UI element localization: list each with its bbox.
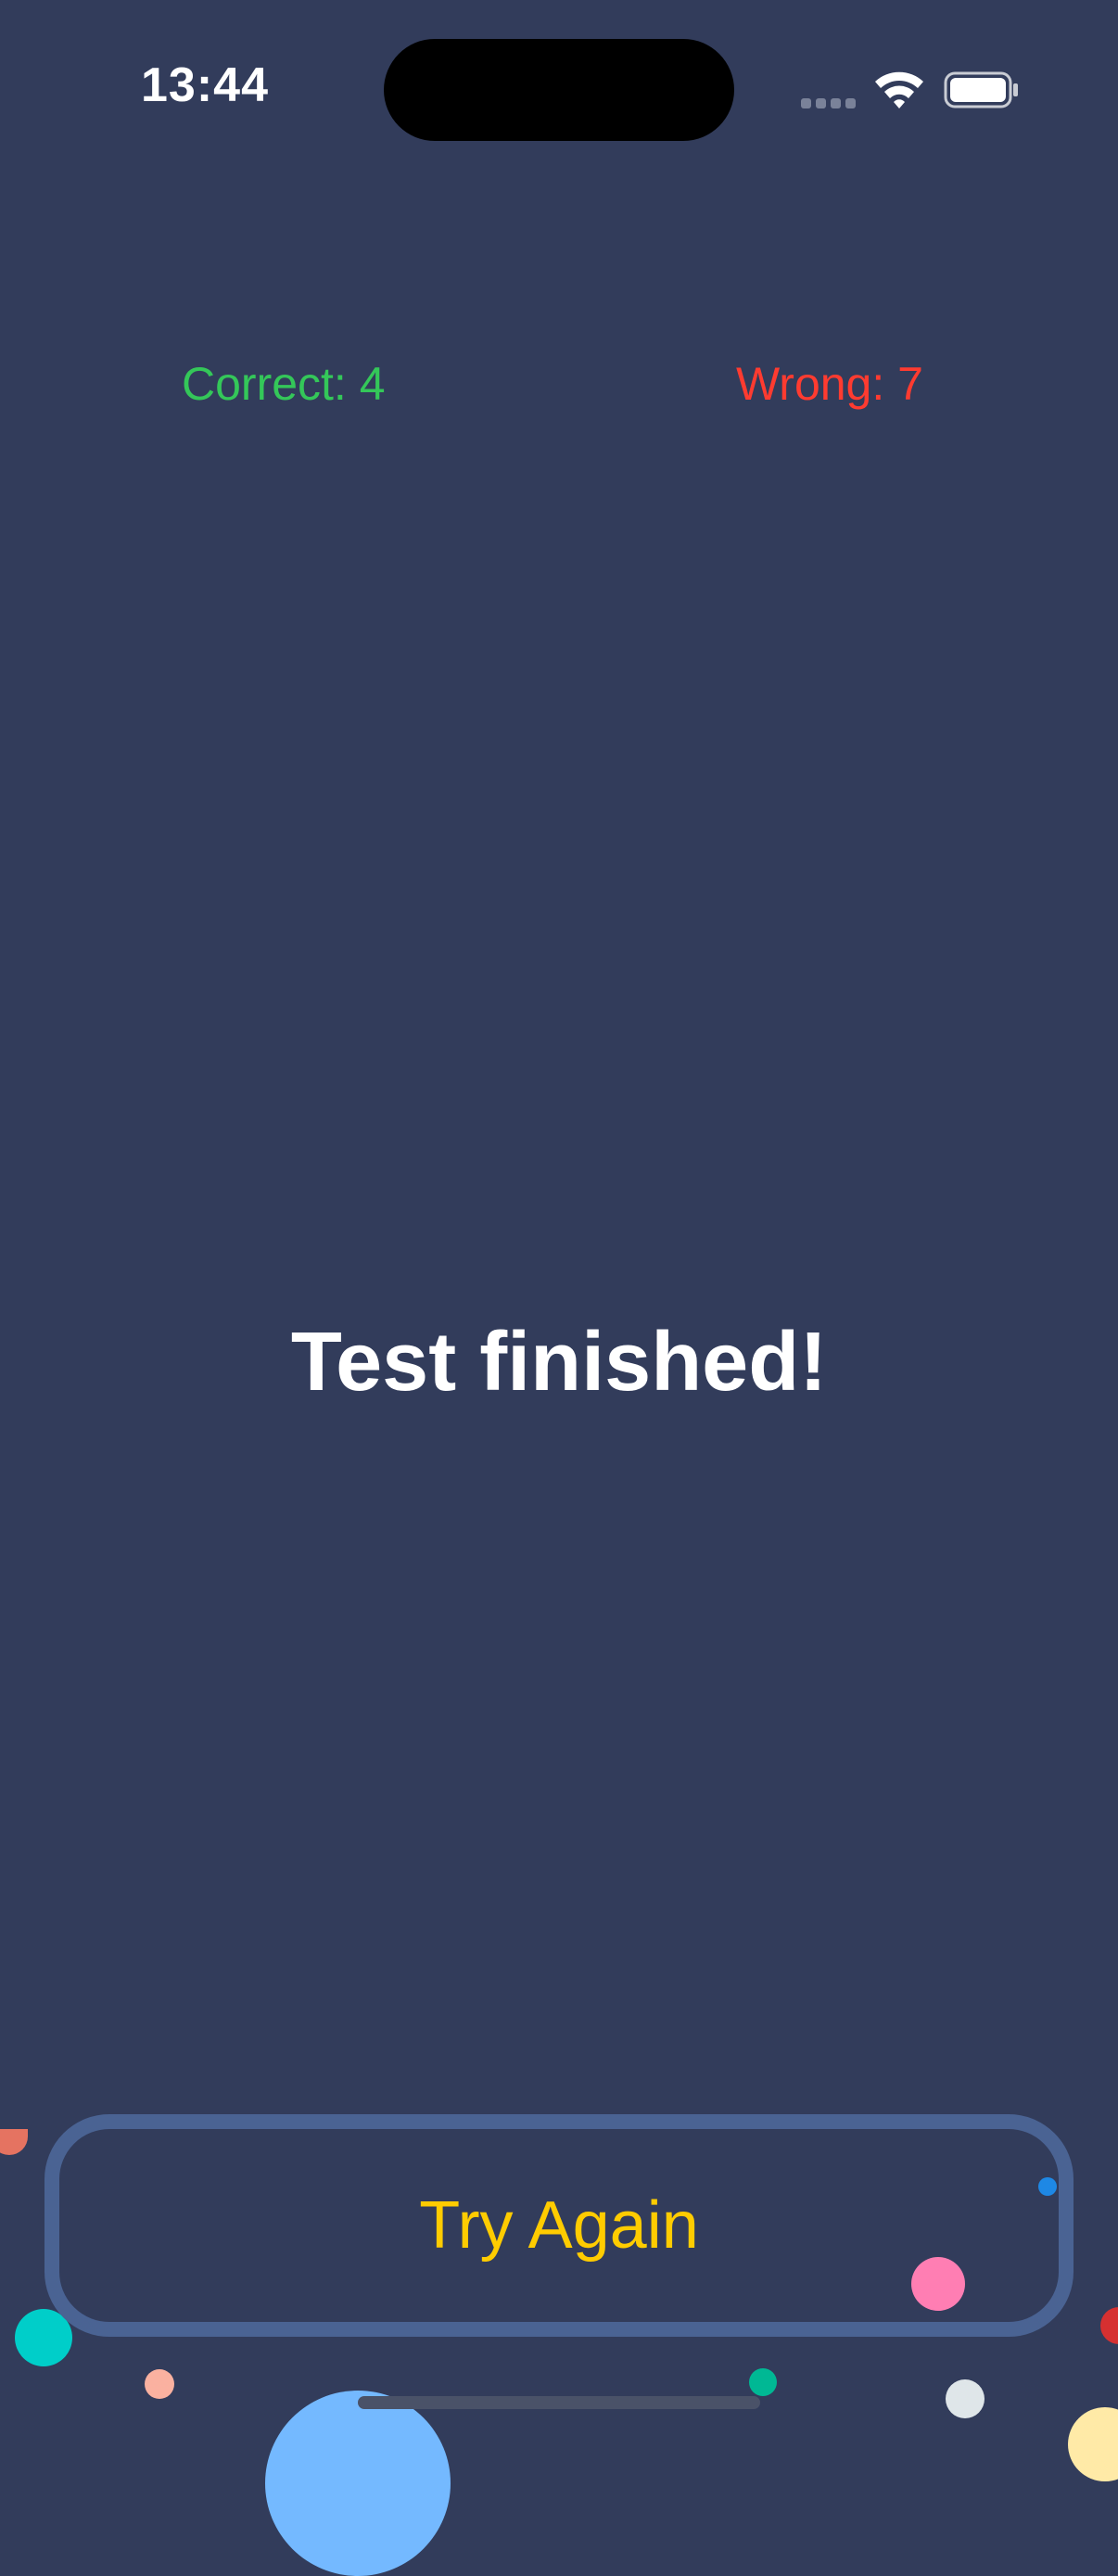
home-indicator[interactable] xyxy=(358,2396,760,2409)
battery-icon xyxy=(944,71,1018,108)
status-time: 13:44 xyxy=(141,58,269,112)
wifi-icon xyxy=(875,71,923,108)
cellular-signal-icon xyxy=(801,98,857,109)
confetti-dot xyxy=(145,2369,174,2399)
confetti-dot xyxy=(946,2379,985,2418)
confetti-dot xyxy=(1068,2407,1118,2481)
correct-count: Correct: 4 xyxy=(182,358,386,410)
result-title: Test finished! xyxy=(290,1316,828,1409)
wrong-count: Wrong: 7 xyxy=(736,358,923,410)
try-again-button[interactable]: Try Again xyxy=(44,2114,1074,2337)
status-bar: 13:44 xyxy=(0,0,1118,185)
dynamic-island xyxy=(384,39,734,141)
confetti-dot xyxy=(749,2368,777,2396)
confetti-dot xyxy=(0,2129,28,2155)
confetti-dot xyxy=(1100,2307,1118,2344)
confetti-dot xyxy=(265,2391,451,2576)
